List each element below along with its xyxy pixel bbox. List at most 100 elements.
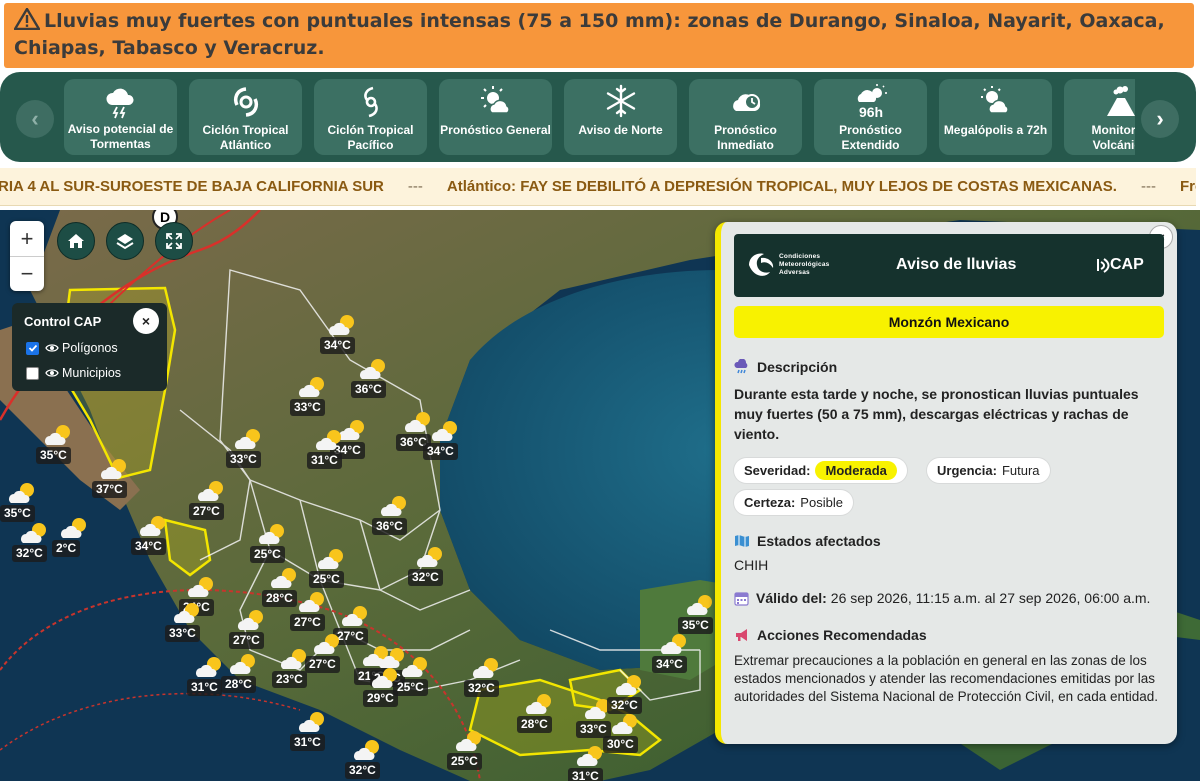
cap-control-title: Control CAP [24,314,102,329]
temperature-label[interactable]: 27°C [290,614,325,631]
temperature-label[interactable]: 27°C [189,503,224,520]
temperature-label[interactable]: 36°C [372,518,407,535]
partly-sunny-icon [342,606,367,626]
zoom-out-button[interactable]: − [10,256,44,291]
nav-card-aviso-norte[interactable]: Aviso de Norte [564,79,677,155]
temperature-label[interactable]: 33°C [290,399,325,416]
temperature-label[interactable]: 28°C [221,676,256,693]
eye-icon [45,344,59,352]
temperature-label[interactable]: 31°C [568,768,603,781]
zoom-in-button[interactable]: + [10,221,44,256]
temperature-label[interactable]: 32°C [12,545,47,562]
cma-logo-icon [749,253,774,276]
nav-prev-button[interactable]: ‹ [16,100,54,138]
96h-icon: 96h [857,84,887,119]
cap-control-close-button[interactable]: × [133,308,159,334]
states-heading-text: Estados afectados [757,533,881,549]
nav-card-ciclon-atlantico[interactable]: Ciclón Tropical Atlántico [189,79,302,155]
temperature-label[interactable]: 32°C [408,569,443,586]
sun-cloud-icon [980,86,1009,114]
ticker-item: Atlántico: FAY SE DEBILITÓ A DEPRESIÓN T… [446,178,1117,195]
partly-sunny-icon [526,694,551,714]
layers-button[interactable] [106,222,144,260]
partly-sunny-icon [417,547,442,567]
org-name-line: Condiciones [779,253,821,260]
nav-card-megalopolis[interactable]: Megalópolis a 72h [939,79,1052,155]
nav-card-monitoreo-volcanico[interactable]: Monitoreo Volcánico [1064,79,1135,155]
temperature-label[interactable]: 2°C [52,540,81,557]
nav-card-label: Ciclón Tropical Pacífico [327,123,414,152]
partly-sunny-icon [230,654,255,674]
alert-text: Lluvias muy fuertes con puntuales intens… [14,10,1165,59]
temperature-label[interactable]: 32°C [464,680,499,697]
certainty-label: Certeza: [744,495,796,510]
temperature-label[interactable]: 37°C [92,481,127,498]
fullscreen-button[interactable] [155,222,193,260]
temperature-label[interactable]: 25°C [309,571,344,588]
partly-sunny-icon [372,668,397,688]
temperature-label[interactable]: 25°C [447,753,482,770]
temperature-label[interactable]: 31°C [290,734,325,751]
validity-row: Válido del: 26 sep 2026, 11:15 a.m. al 2… [734,590,1150,606]
partly-sunny-icon [299,712,324,732]
nav-card-ciclon-pacifico[interactable]: Ciclón Tropical Pacífico [314,79,427,155]
partly-sunny-icon [577,746,602,766]
temperature-label[interactable]: 28°C [262,590,297,607]
partly-sunny-icon [299,592,324,612]
valid-value: 26 sep 2026, 11:15 a.m. al 27 sep 2026, … [830,590,1151,606]
valid-label: Válido del: [756,590,827,606]
home-button[interactable] [57,222,95,260]
description-heading: Descripción [734,359,837,375]
product-nav: ‹ Aviso potencial de Tormentas Ciclón Tr… [0,72,1196,162]
partly-sunny-icon [661,634,686,654]
temperature-label[interactable]: 31°C [307,452,342,469]
storm-cloud-icon [105,88,134,119]
sun-cloud-icon [480,86,510,114]
temperature-label[interactable]: 36°C [351,381,386,398]
temperature-label[interactable]: 34°C [652,656,687,673]
snowflake-icon [606,84,635,118]
news-ticker: RIA 4 AL SUR-SUROESTE DE BAJA CALIFORNIA… [0,168,1196,206]
nav-card-label: Ciclón Tropical Atlántico [202,123,289,152]
partly-sunny-icon [316,430,341,450]
temperature-label[interactable]: 34°C [423,443,458,460]
nav-card-pronostico-inmediato[interactable]: Pronóstico Inmediato [689,79,802,155]
temperature-label[interactable]: 27°C [229,632,264,649]
urgency-value: Futura [1001,463,1040,478]
96h-badge: 96h [858,104,882,119]
layer-toggle-poligonos[interactable]: Polígonos [26,341,118,355]
temperature-label[interactable]: 33°C [226,451,261,468]
check-icon [28,344,37,352]
partly-sunny-icon [235,429,260,449]
actions-heading: Acciones Recomendadas [734,627,927,643]
cap-brand-text: CAP [1110,256,1144,273]
nav-card-tormentas[interactable]: Aviso potencial de Tormentas [64,79,177,155]
nav-card-pronostico-general[interactable]: Pronóstico General [439,79,552,155]
layers-icon [116,234,134,250]
temperature-label[interactable]: 34°C [131,538,166,555]
temperature-label[interactable]: 32°C [345,762,380,779]
temperature-label[interactable]: 30°C [603,736,638,753]
temperature-label[interactable]: 33°C [165,625,200,642]
nav-next-button[interactable]: › [1141,100,1179,138]
municipios-checkbox[interactable] [26,366,39,380]
recommended-actions: Extremar precauciones a la población en … [734,653,1158,704]
certainty-value: Posible [800,495,843,510]
temperature-label[interactable]: 35°C [36,447,71,464]
temperature-label[interactable]: 34°C [320,337,355,354]
temperature-label[interactable]: 25°C [250,546,285,563]
nav-card-pronostico-extendido[interactable]: 96h Pronóstico Extendido [814,79,927,155]
partly-sunny-icon [45,425,70,445]
volcano-icon [1106,86,1135,116]
temperature-label[interactable]: 29°C [363,690,398,707]
cap-warning-panel: × Condiciones Meteorológicas Adversas Av… [715,222,1177,744]
temperature-label[interactable]: 23°C [272,671,307,688]
temperature-label[interactable]: 28°C [517,716,552,733]
temperature-label[interactable]: 31°C [187,679,222,696]
ticker-separator: --- [407,178,423,195]
layer-toggle-municipios[interactable]: Municipios [26,366,121,380]
poligonos-checkbox[interactable] [26,341,39,355]
partly-sunny-icon [299,377,324,397]
partly-sunny-icon [381,496,406,516]
nav-track: Aviso potencial de Tormentas Ciclón Trop… [64,79,1135,155]
